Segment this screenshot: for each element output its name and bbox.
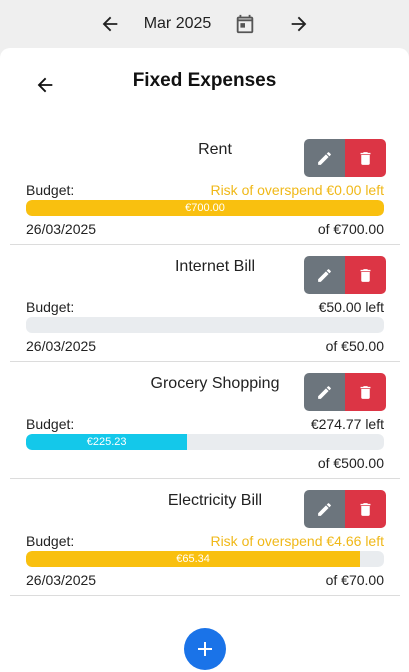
budget-status: Risk of overspend €4.66 left [210,533,384,549]
budget-total: of €700.00 [317,221,384,237]
date-row: of €500.00 [26,455,384,471]
delete-button[interactable] [345,139,386,177]
date-row: 26/03/2025 of €70.00 [26,572,384,588]
budget-progress-bar: €700.00 [26,200,384,216]
expense-item: Internet Bill Budget: €50.00 left 26/03/… [10,245,400,362]
budget-progress-bar: €225.23 [26,434,384,450]
pencil-icon [318,385,331,399]
budget-label: Budget: [26,299,75,315]
budget-status: €274.77 left [310,416,384,432]
sheet-header: Fixed Expenses [0,48,409,118]
budget-progress-bar [26,317,384,333]
budget-progress-fill: €65.34 [26,551,361,567]
pencil-icon [318,502,331,516]
date-row: 26/03/2025 of €50.00 [26,338,384,354]
budget-row: Budget: €50.00 left [26,299,384,315]
next-month-button[interactable] [287,12,311,36]
expense-item: Rent Budget: Risk of overspend €0.00 lef… [10,128,400,245]
expense-date: 26/03/2025 [26,221,97,237]
previous-month-button[interactable] [98,12,122,36]
delete-button[interactable] [345,490,386,528]
delete-button[interactable] [345,373,386,411]
trash-icon [360,268,371,282]
trash-icon [360,151,371,165]
date-row: 26/03/2025 of €700.00 [26,221,384,237]
month-navigator: Mar 2025 [0,0,409,48]
trash-icon [360,502,371,516]
budget-row: Budget: Risk of overspend €0.00 left [26,182,384,198]
budget-total: of €70.00 [325,572,384,588]
expense-item: Electricity Bill Budget: Risk of overspe… [10,479,400,596]
current-month: Mar 2025 [143,15,212,32]
budget-row: Budget: €274.77 left [26,416,384,432]
trash-icon [360,385,371,399]
budget-progress-bar: €65.34 [26,551,384,567]
arrow-left-icon [102,16,118,32]
budget-progress-fill: €225.23 [26,434,188,450]
budget-status: Risk of overspend €0.00 left [210,182,384,198]
fixed-expenses-sheet: Fixed Expenses Rent Budget: Risk of over… [0,48,409,672]
delete-button[interactable] [345,256,386,294]
add-expense-button[interactable] [184,628,226,670]
edit-button[interactable] [304,490,345,528]
page-title: Fixed Expenses [132,70,277,91]
edit-button[interactable] [304,256,345,294]
budget-label: Budget: [26,416,75,432]
budget-label: Budget: [26,182,75,198]
pencil-icon [318,151,331,165]
edit-button[interactable] [304,139,345,177]
plus-icon [198,642,212,656]
budget-progress-fill: €700.00 [26,200,384,216]
budget-total: of €50.00 [325,338,384,354]
expense-date: 26/03/2025 [26,572,97,588]
calendar-icon [237,14,254,34]
expense-list: Rent Budget: Risk of overspend €0.00 lef… [10,128,400,596]
edit-button[interactable] [304,373,345,411]
calendar-button[interactable] [233,12,257,36]
arrow-right-icon [291,16,307,32]
budget-row: Budget: Risk of overspend €4.66 left [26,533,384,549]
budget-status: €50.00 left [318,299,384,315]
expense-item: Grocery Shopping Budget: €274.77 left €2… [10,362,400,479]
pencil-icon [318,268,331,282]
expense-date: 26/03/2025 [26,338,97,354]
budget-total: of €500.00 [317,455,384,471]
budget-label: Budget: [26,533,75,549]
